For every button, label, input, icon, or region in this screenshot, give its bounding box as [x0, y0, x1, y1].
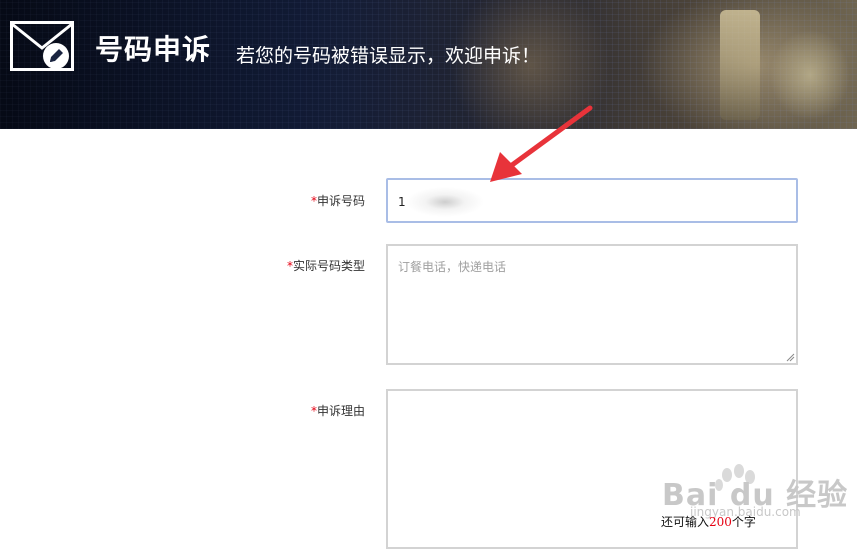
phone-input-value: 1 [398, 195, 406, 209]
header-banner: 号码申诉 若您的号码被错误显示，欢迎申诉！ [0, 0, 857, 129]
type-textarea[interactable]: 订餐电话，快递电话 [386, 244, 798, 365]
resize-handle-icon[interactable] [785, 352, 795, 362]
counter-prefix: 还可输入 [661, 515, 710, 529]
annotation-arrow-icon [490, 105, 593, 182]
reason-label: *申诉理由 [311, 402, 365, 419]
phone-label: *申诉号码 [311, 192, 365, 209]
page-title: 号码申诉 [95, 33, 212, 66]
banner-background-blur [720, 10, 760, 120]
reason-label-text: 申诉理由 [317, 404, 366, 418]
redacted-blur [406, 187, 484, 217]
page-subtitle: 若您的号码被错误显示，欢迎申诉！ [236, 45, 541, 67]
type-placeholder: 订餐电话，快递电话 [398, 260, 507, 274]
counter-suffix: 个字 [731, 515, 756, 529]
banner-background-blur [770, 30, 850, 120]
envelope-edit-icon [10, 21, 74, 71]
type-label: *实际号码类型 [287, 257, 365, 274]
counter-value: 200 [709, 515, 732, 529]
phone-label-text: 申诉号码 [317, 194, 366, 208]
type-label-text: 实际号码类型 [293, 259, 366, 273]
char-counter: 还可输入200个字 [661, 513, 756, 530]
